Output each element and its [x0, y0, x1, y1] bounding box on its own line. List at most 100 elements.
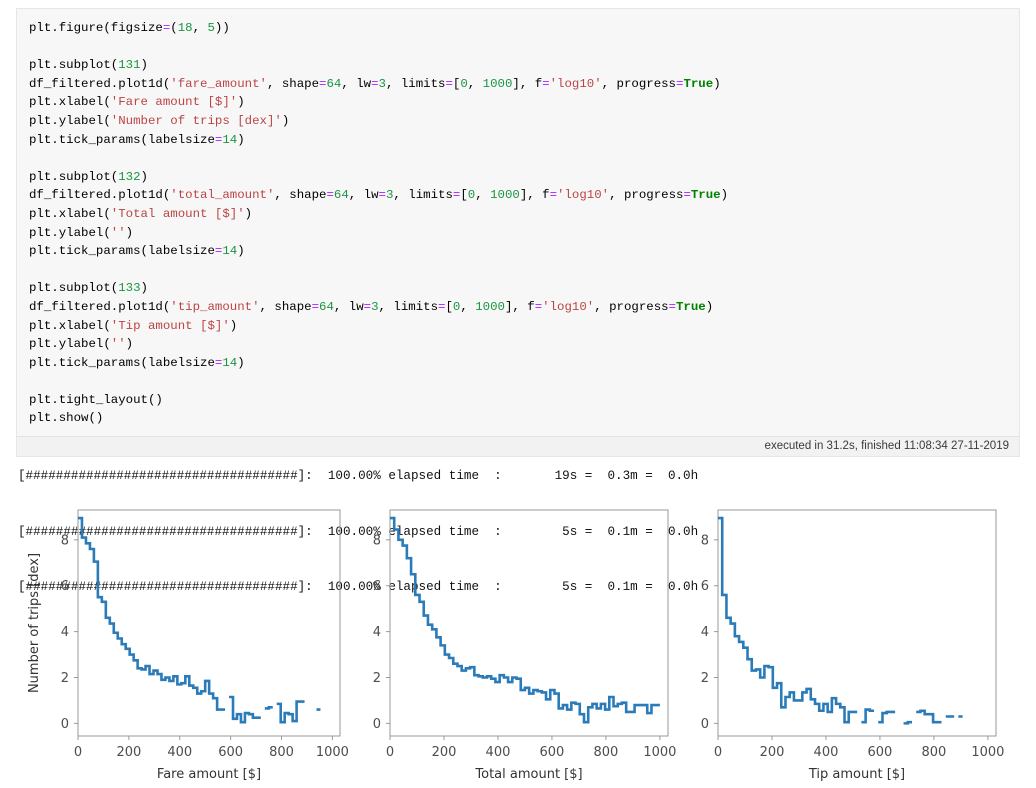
- y-tick-label: 0: [701, 717, 709, 732]
- code-token: , progress: [609, 188, 684, 203]
- y-tick-label: 0: [373, 717, 381, 732]
- code-token: plt.xlabel(: [29, 206, 111, 221]
- y-tick-label: 2: [373, 671, 381, 686]
- code-token: 'tip_amount': [170, 299, 260, 314]
- progress-line: [####################################]: …: [18, 469, 699, 483]
- code-token: '': [110, 225, 126, 240]
- code-line: df_filtered.plot1d('tip_amount', shape = 6…: [29, 298, 1019, 317]
- code-token: plt.tick_params(labelsize: [29, 355, 215, 370]
- code-line: plt.subplot(131): [29, 56, 1019, 75]
- code-token: plt.tick_params(labelsize: [29, 132, 215, 147]
- code-token: =: [542, 76, 550, 91]
- code-token: (: [170, 21, 178, 35]
- code-token: 1000: [475, 299, 505, 314]
- code-token: , shape: [274, 188, 327, 203]
- code-token: ): [237, 95, 245, 110]
- y-tick-label: 4: [373, 625, 381, 640]
- code-token: 'Number of trips [dex]': [110, 113, 282, 128]
- y-tick-label: 8: [61, 533, 69, 548]
- code-token: 64: [319, 299, 334, 314]
- code-line: plt.ylabel(''): [29, 335, 1019, 354]
- code-token: 64: [333, 188, 349, 203]
- code-token: '': [110, 337, 126, 352]
- code-token: =: [363, 299, 372, 314]
- subplot-tip-amount: 0 200 400 600 800 1000 0 2 4 6 8 Tip amount [$]: [678, 498, 1004, 788]
- code-token: 'Total amount [$]': [110, 206, 245, 221]
- code-token: ): [237, 355, 245, 370]
- code-line: plt.ylabel(''): [29, 224, 1019, 243]
- code-token: )): [214, 21, 230, 35]
- code-line: plt.ylabel('Number of trips [dex]'): [29, 112, 1019, 131]
- code-token: ], f: [504, 299, 535, 314]
- code-token: df_filtered.plot1d(: [29, 299, 171, 314]
- y-axis-label: Number of trips [dex]: [27, 553, 42, 693]
- code-line: plt.show(): [29, 409, 1019, 428]
- chart-canvas: 0 200 400 600 800 1000 0 2 4 6 8 Fare amount [$] Num…: [27, 509, 348, 782]
- notebook-code-cell[interactable]: plt.figure(figsize=(18, 5)) plt.subplot(…: [16, 8, 1020, 458]
- histogram-step-line: [718, 516, 963, 725]
- code-token: ): [140, 58, 148, 73]
- code-token: ): [125, 337, 134, 352]
- code-token: 131: [118, 58, 141, 73]
- x-tick-label: 200: [760, 745, 785, 760]
- code-token: 'Tip amount [$]': [110, 318, 230, 333]
- code-token: plt.ylabel(: [29, 337, 111, 352]
- code-token: plt.tick_params(labelsize: [29, 244, 215, 259]
- code-token: , limits: [378, 299, 439, 314]
- code-token: =: [371, 76, 379, 91]
- code-token: ): [140, 169, 148, 184]
- code-token: , lw: [341, 76, 372, 91]
- histogram-step-line: [78, 516, 321, 724]
- code-token: , lw: [333, 299, 364, 314]
- x-tick-label: 200: [432, 745, 457, 760]
- code-token: ], f: [512, 76, 543, 91]
- x-axis-label: Total amount [$]: [474, 767, 582, 782]
- code-line: df_filtered.plot1d('fare_amount', shape =…: [29, 75, 1019, 94]
- code-token: ): [237, 132, 245, 147]
- code-line: plt.tick_params(labelsize=14): [29, 131, 1019, 150]
- x-tick-label: 800: [594, 745, 619, 760]
- code-token: , shape: [259, 299, 312, 314]
- code-token: 18: [177, 21, 193, 35]
- code-token: plt.ylabel(: [29, 113, 111, 128]
- y-tick-label: 4: [61, 625, 69, 640]
- x-tick-label: 600: [540, 745, 565, 760]
- code-line: plt.xlabel('Fare amount [$]'): [29, 93, 1019, 112]
- x-axis-label: Fare amount [$]: [157, 767, 261, 782]
- code-token: =: [683, 188, 691, 203]
- code-token: , progress: [594, 299, 669, 314]
- code-token: =: [668, 299, 676, 314]
- x-tick-label: 0: [74, 745, 82, 760]
- y-tick-label: 0: [61, 717, 69, 732]
- code-token: 0: [460, 76, 468, 91]
- code-token: plt.xlabel(: [29, 95, 111, 110]
- code-token: plt.subplot(: [29, 281, 119, 296]
- code-token: plt.ylabel(: [29, 225, 111, 240]
- x-tick-label: 400: [486, 745, 511, 760]
- code-editor-source[interactable]: plt.figure(figsize=(18, 5)) plt.subplot(…: [17, 9, 1019, 436]
- y-tick-label: 2: [701, 671, 709, 686]
- code-token: 14: [222, 244, 238, 259]
- code-token: , lw: [348, 188, 379, 203]
- code-token: 14: [222, 355, 238, 370]
- code-line: plt.xlabel('Tip amount [$]'): [29, 317, 1019, 336]
- x-tick-label: 0: [386, 745, 394, 760]
- code-token: ): [705, 299, 714, 314]
- code-token: ,: [475, 188, 491, 203]
- y-tick-label: 8: [701, 533, 709, 548]
- x-tick-label: 400: [167, 745, 192, 760]
- code-token: ): [237, 244, 245, 259]
- code-token: ): [229, 318, 238, 333]
- code-token: =: [378, 188, 386, 203]
- y-tick-label: 6: [61, 579, 69, 594]
- code-token: , limits: [385, 76, 446, 91]
- code-line: plt.subplot(132): [29, 168, 1019, 187]
- x-tick-label: 0: [714, 745, 722, 760]
- code-token: True: [690, 188, 721, 203]
- code-token: , shape: [266, 76, 320, 91]
- chart-canvas: 0 200 400 600 800 1000 0 2 4 6 8 Total amount [$]: [373, 509, 676, 782]
- x-tick-label: 600: [218, 745, 243, 760]
- code-token: 133: [118, 281, 141, 296]
- histogram-step-line: [390, 516, 660, 724]
